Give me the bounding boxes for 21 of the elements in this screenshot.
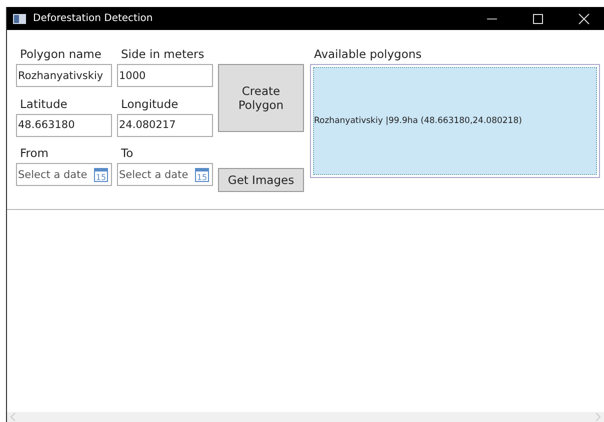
field-label: Side in meters xyxy=(120,47,206,61)
field-label: From xyxy=(19,146,50,160)
field-label: Polygon name xyxy=(19,47,102,61)
text-field[interactable]: 24.080217 xyxy=(117,114,213,137)
calendar-icon[interactable]: 15 xyxy=(94,168,108,182)
text-field[interactable]: 48.663180 xyxy=(16,114,112,137)
close-button[interactable] xyxy=(578,12,590,24)
field-label: Longitude xyxy=(120,96,180,111)
window-title: Deforestation Detection xyxy=(33,13,154,24)
text-field[interactable]: 1000 xyxy=(117,64,213,87)
field-label: Latitude xyxy=(19,96,68,111)
create-polygon-button[interactable]: Create Polygon xyxy=(218,64,304,132)
date-picker[interactable]: Select a date 15 xyxy=(117,163,213,186)
list-label: Available polygons xyxy=(313,47,423,61)
date-picker[interactable]: Select a date 15 xyxy=(16,163,112,186)
field-label: To xyxy=(120,146,134,160)
window-icon xyxy=(13,14,26,24)
text-field[interactable]: Rozhanyativskiy xyxy=(16,64,112,87)
calendar-icon[interactable]: 15 xyxy=(195,168,209,182)
maximize-button[interactable] xyxy=(532,12,544,24)
get-images-button[interactable]: Get Images xyxy=(218,168,304,192)
